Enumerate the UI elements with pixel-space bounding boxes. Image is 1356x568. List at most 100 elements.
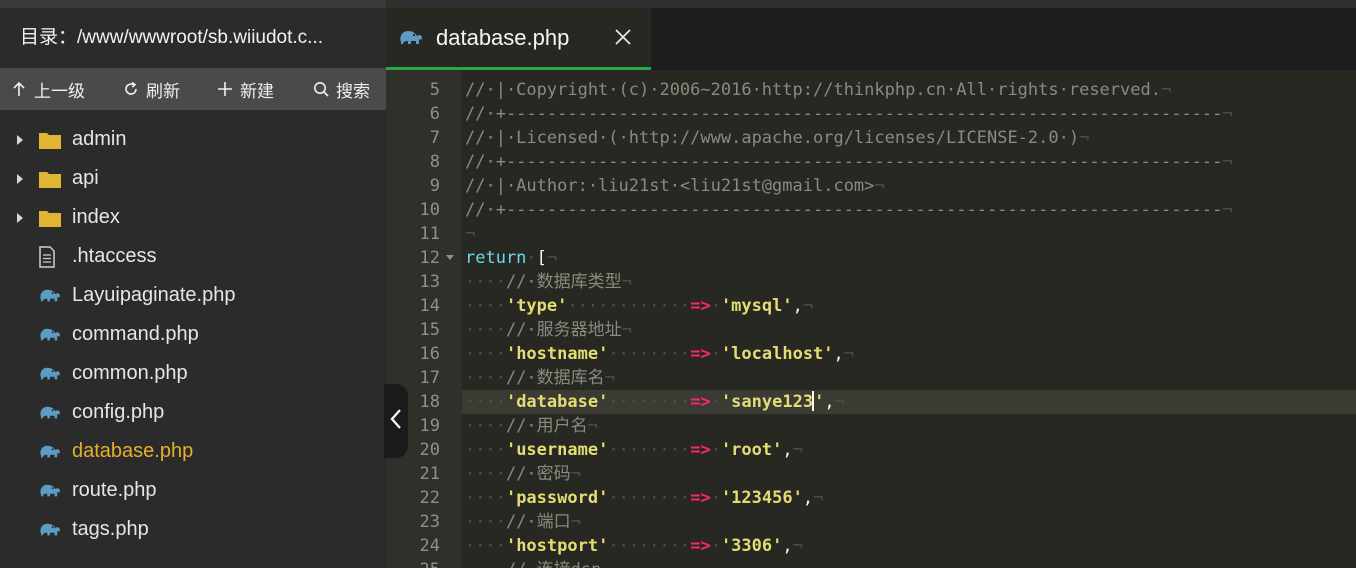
sidebar-toolbar: 上一级 刷新 新建 搜索 <box>0 68 386 110</box>
tree-file[interactable]: Layuipaginate.php <box>0 276 386 315</box>
folder-icon <box>38 129 62 151</box>
sidebar-top-strip <box>0 0 386 8</box>
tree-folder[interactable]: api <box>0 159 386 198</box>
tree-file[interactable]: database.php <box>0 432 386 471</box>
code-line: 17 ····//·数据库名¬ <box>386 366 1356 390</box>
chevron-left-icon <box>390 408 402 434</box>
file-name: config.php <box>72 401 165 423</box>
code-text[interactable]: ····'password'········=>·'123456',¬ <box>465 486 823 510</box>
line-number: 24 <box>419 536 440 556</box>
code-editor[interactable]: 5 //·|·Copyright·(c)·2006~2016·http://thi… <box>386 70 1356 568</box>
code-text[interactable]: //·+------------------------------------… <box>465 150 1233 174</box>
file-name: api <box>72 167 99 189</box>
code-text[interactable]: ····//·端口¬ <box>465 510 581 534</box>
code-text[interactable]: //·|·Licensed·(·http://www.apache.org/li… <box>465 126 1089 150</box>
collapse-sidebar-handle[interactable] <box>384 384 408 458</box>
line-number: 25 <box>386 558 440 568</box>
code-text[interactable]: //·+------------------------------------… <box>465 102 1233 126</box>
tree-folder[interactable]: admin <box>0 120 386 159</box>
chevron-right-icon[interactable] <box>16 211 26 225</box>
file-name: command.php <box>72 323 199 345</box>
code-line: 24 ····'hostport'········=>·'3306',¬ <box>386 534 1356 558</box>
code-line: 8 //·+-----------------------------------… <box>386 150 1356 174</box>
file-name: common.php <box>72 362 188 384</box>
refresh-icon <box>122 80 140 98</box>
new-label: 新建 <box>240 81 274 101</box>
close-icon[interactable] <box>612 26 634 48</box>
file-name: route.php <box>72 479 157 501</box>
code-text[interactable]: //·|·Copyright·(c)·2006~2016·http://thin… <box>465 78 1171 102</box>
code-text[interactable]: ····'username'········=>·'root',¬ <box>465 438 803 462</box>
file-name: .htaccess <box>72 245 157 267</box>
code-text[interactable]: ····//·密码¬ <box>465 462 581 486</box>
tree-file[interactable]: common.php <box>0 354 386 393</box>
php-elephant-icon <box>38 363 62 385</box>
file-name: index <box>72 206 120 228</box>
code-text[interactable]: //·+------------------------------------… <box>465 198 1233 222</box>
line-number: 11 <box>419 224 440 244</box>
line-number: 12 <box>419 248 440 268</box>
code-text[interactable]: ····//·用户名¬ <box>465 414 598 438</box>
new-button[interactable]: 新建 <box>216 68 274 110</box>
code-text[interactable]: ····//·服务器地址¬ <box>465 318 632 342</box>
php-elephant-icon <box>38 441 62 463</box>
line-number: 21 <box>419 464 440 484</box>
php-elephant-icon <box>38 324 62 346</box>
code-text[interactable]: ¬ <box>465 222 475 246</box>
code-text[interactable]: ····'hostport'········=>·'3306',¬ <box>465 534 803 558</box>
directory-path-title: 目录：/www/wwwroot/sb.wiiudot.c... <box>0 8 386 68</box>
folder-icon <box>38 168 62 190</box>
code-line: 7 //·|·Licensed·(·http://www.apache.org/l… <box>386 126 1356 150</box>
code-line: 15 ····//·服务器地址¬ <box>386 318 1356 342</box>
tree-file[interactable]: command.php <box>0 315 386 354</box>
code-text[interactable]: ····'hostname'········=>·'localhost',¬ <box>465 342 854 366</box>
code-line: 20 ····'username'········=>·'root',¬ <box>386 438 1356 462</box>
line-number: 5 <box>429 80 440 100</box>
text-cursor <box>812 391 815 411</box>
code-text[interactable]: ····//·数据库类型¬ <box>465 270 632 294</box>
code-text[interactable]: ····//·连接dsn¬ <box>465 558 612 568</box>
refresh-button[interactable]: 刷新 <box>122 68 180 110</box>
chevron-right-icon[interactable] <box>16 133 26 147</box>
tree-file[interactable]: tags.php <box>0 510 386 549</box>
code-line: 19 ····//·用户名¬ <box>386 414 1356 438</box>
fold-arrow-icon[interactable] <box>446 255 454 260</box>
refresh-label: 刷新 <box>146 81 180 101</box>
code-text[interactable]: return·[¬ <box>465 246 557 270</box>
folder-icon <box>38 207 62 229</box>
editor-tab-bar: database.php <box>386 0 1356 70</box>
chevron-right-icon[interactable] <box>16 172 26 186</box>
text-file-icon <box>38 245 62 268</box>
code-line: 18 ····'database'········=>·'sanye123',¬ <box>386 390 1356 414</box>
tab-label: database.php <box>436 25 570 50</box>
code-text[interactable]: ····'type'············=>·'mysql',¬ <box>465 294 813 318</box>
search-icon <box>312 80 330 98</box>
code-line: 23 ····//·端口¬ <box>386 510 1356 534</box>
code-line: 6 //·+-----------------------------------… <box>386 102 1356 126</box>
line-number: 7 <box>429 128 440 148</box>
tab-database-php[interactable]: database.php <box>386 8 651 70</box>
code-line: 14 ····'type'············=>·'mysql',¬ <box>386 294 1356 318</box>
line-number: 14 <box>419 296 440 316</box>
php-elephant-icon <box>38 402 62 424</box>
code-line: 13 ····//·数据库类型¬ <box>386 270 1356 294</box>
code-text[interactable]: ····//·数据库名¬ <box>465 366 615 390</box>
up-level-label: 上一级 <box>34 81 85 101</box>
php-elephant-icon <box>38 480 62 502</box>
tab-bar-top-strip <box>386 0 1356 8</box>
tree-file[interactable]: .htaccess <box>0 237 386 276</box>
up-level-button[interactable]: 上一级 <box>10 68 85 110</box>
code-line: 10 //·+----------------------------------… <box>386 198 1356 222</box>
code-text[interactable]: //·|·Author:·liu21st·<liu21st@gmail.com>… <box>465 174 885 198</box>
code-line: 16 ····'hostname'········=>·'localhost',¬ <box>386 342 1356 366</box>
tree-folder[interactable]: index <box>0 198 386 237</box>
code-text[interactable]: ····'database'········=>·'sanye123',¬ <box>465 390 845 414</box>
search-button[interactable]: 搜索 <box>312 68 370 110</box>
line-number: 15 <box>419 320 440 340</box>
code-line: 5 //·|·Copyright·(c)·2006~2016·http://thi… <box>386 78 1356 102</box>
tree-file[interactable]: config.php <box>0 393 386 432</box>
code-line: 11 ¬ <box>386 222 1356 246</box>
file-name: database.php <box>72 440 194 462</box>
tree-file[interactable]: route.php <box>0 471 386 510</box>
code-line: 25 ····//·连接dsn¬ <box>386 558 1356 568</box>
